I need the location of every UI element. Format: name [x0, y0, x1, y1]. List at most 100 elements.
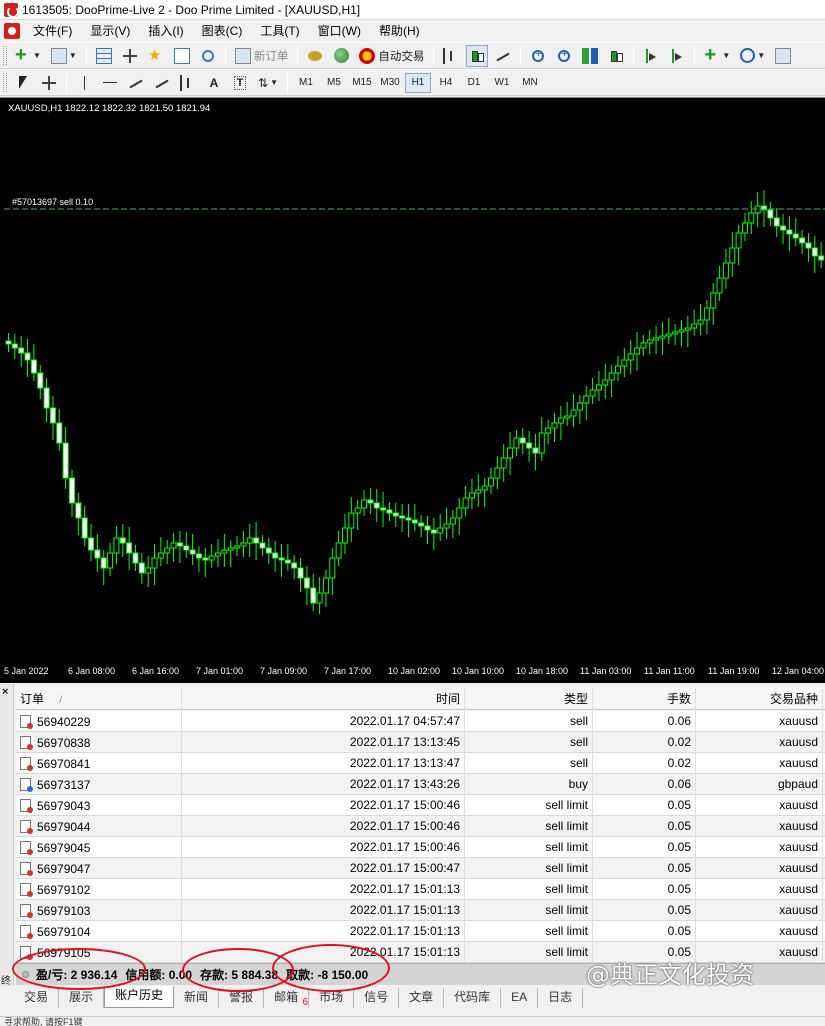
tab-mailbox[interactable]: 邮箱 6 — [264, 988, 310, 1008]
cell-type: buy — [465, 774, 593, 795]
zoom-out-button[interactable] — [553, 45, 575, 67]
toolbar-grip[interactable] — [3, 46, 7, 65]
chart-shift-button[interactable] — [666, 45, 688, 67]
text-button[interactable]: A — [203, 72, 225, 94]
arrows-button[interactable]: ⇅ ▼ — [255, 72, 281, 94]
close-icon[interactable]: × — [2, 686, 8, 698]
signals-button[interactable] — [330, 45, 352, 67]
timeframe-m15[interactable]: M15 — [349, 73, 375, 93]
crosshair-button[interactable] — [38, 72, 60, 94]
table-row[interactable]: 56979047 2022.01.17 15:00:47 sell limit 0.0… — [16, 858, 825, 879]
menu-window[interactable]: 窗口(W) — [309, 20, 370, 42]
navigator-button[interactable] — [145, 45, 167, 67]
indicators-button[interactable]: ▼ — [701, 44, 733, 67]
data-window-button[interactable] — [119, 45, 141, 67]
tab-account-history[interactable]: 账户历史 — [104, 986, 175, 1008]
timeframe-w1[interactable]: W1 — [489, 73, 515, 93]
order-number: 56979045 — [37, 840, 91, 855]
menu-view[interactable]: 显示(V) — [81, 20, 139, 42]
column-time[interactable]: 时间 — [182, 688, 465, 710]
text-label-button[interactable]: T — [229, 72, 251, 94]
tab-exposure[interactable]: 展示 — [59, 988, 105, 1008]
table-row[interactable]: 56979104 2022.01.17 15:01:13 sell limit 0.0… — [16, 921, 825, 942]
candle-body — [227, 547, 234, 551]
zoom-in-button[interactable] — [527, 45, 549, 67]
horizontal-line-button[interactable] — [99, 72, 121, 94]
fibonacci-button[interactable] — [177, 72, 199, 94]
new-chart-button[interactable]: ▼ — [12, 44, 44, 67]
candle-body — [595, 384, 602, 391]
profiles-button[interactable]: ▼ — [48, 45, 80, 67]
metaeditor-button[interactable] — [304, 45, 326, 67]
timeframe-mn[interactable]: MN — [517, 73, 543, 93]
tab-signals[interactable]: 信号 — [354, 988, 400, 1008]
timeframe-d1[interactable]: D1 — [461, 73, 487, 93]
table-row[interactable]: 56973137 2022.01.17 13:43:26 buy 0.06 gbpaud — [16, 774, 825, 795]
table-row[interactable]: 56970838 2022.01.17 13:13:45 sell 0.02 xauus… — [16, 732, 825, 753]
tab-journal[interactable]: 日志 — [538, 988, 584, 1008]
autoscroll-button[interactable] — [640, 45, 662, 67]
menu-tools[interactable]: 工具(T) — [251, 20, 308, 42]
timeframe-m30[interactable]: M30 — [377, 73, 403, 93]
table-row[interactable]: 56979102 2022.01.17 15:01:13 sell limit 0.0… — [16, 879, 825, 900]
timeframe-m1[interactable]: M1 — [293, 73, 319, 93]
column-symbol[interactable]: 交易品种 — [696, 688, 823, 710]
bar-chart-button[interactable] — [440, 45, 462, 67]
cell-order: 56940229 — [16, 711, 182, 732]
market-watch-button[interactable] — [93, 45, 115, 67]
column-type[interactable]: 类型 — [465, 688, 593, 710]
candle-body — [526, 442, 533, 449]
table-row[interactable]: 56970841 2022.01.17 13:13:47 sell 0.02 xauus… — [16, 753, 825, 774]
periods-button[interactable]: ▼ — [737, 45, 768, 67]
timeframe-h1[interactable]: H1 — [404, 72, 431, 93]
menu-insert[interactable]: 插入(I) — [139, 20, 192, 42]
templates-button[interactable] — [772, 45, 794, 67]
candle-body — [164, 547, 171, 554]
column-lots[interactable]: 手数 — [593, 688, 696, 710]
timeframe-h4[interactable]: H4 — [433, 73, 459, 93]
tester-button[interactable] — [197, 45, 219, 67]
chart-window-icon[interactable] — [4, 23, 20, 39]
cursor-button[interactable] — [12, 72, 34, 94]
menu-help[interactable]: 帮助(H) — [370, 20, 429, 42]
tab-experts[interactable]: EA — [501, 988, 539, 1008]
cell-type: sell limit — [465, 921, 593, 942]
terminal-button[interactable] — [171, 45, 193, 67]
table-row[interactable]: 56979045 2022.01.17 15:00:46 sell limit 0.0… — [16, 837, 825, 858]
column-order[interactable]: 订单 / — [16, 688, 182, 710]
candle-body — [811, 247, 818, 257]
candle-body — [621, 359, 628, 367]
candle-view-button[interactable] — [605, 45, 627, 67]
tab-news[interactable]: 新闻 — [174, 988, 220, 1008]
cell-symbol: gbpaud — [696, 774, 823, 795]
candle-body — [68, 477, 75, 504]
new-order-button[interactable]: 新订单 — [232, 45, 292, 67]
candle-body — [367, 499, 374, 504]
candle-body — [557, 417, 564, 424]
tab-articles[interactable]: 文章 — [399, 988, 445, 1008]
tile-windows-button[interactable] — [579, 45, 601, 67]
auto-trading-button[interactable]: 自动交易 — [356, 45, 427, 67]
timeframe-m5[interactable]: M5 — [321, 73, 347, 93]
table-row[interactable]: 56940229 2022.01.17 04:57:47 sell 0.06 xauus… — [16, 711, 825, 732]
table-row[interactable]: 56979103 2022.01.17 15:01:13 sell limit 0.0… — [16, 900, 825, 921]
price-chart[interactable]: XAUUSD,H1 1822.12 1822.32 1821.50 1821.9… — [0, 97, 825, 683]
cell-time: 2022.01.17 15:00:46 — [182, 795, 465, 816]
line-chart-button[interactable] — [492, 45, 514, 67]
vertical-line-button[interactable] — [73, 72, 95, 94]
cell-time: 2022.01.17 15:00:47 — [182, 858, 465, 879]
channel-button[interactable] — [151, 72, 173, 94]
candle-body — [107, 552, 114, 569]
x-tick-label: 7 Jan 09:00 — [260, 666, 308, 676]
cell-time: 2022.01.17 15:00:46 — [182, 816, 465, 837]
trendline-button[interactable] — [125, 72, 147, 94]
candle-body — [583, 395, 590, 404]
candlestick-button[interactable] — [466, 44, 489, 67]
tab-trade[interactable]: 交易 — [14, 988, 60, 1008]
table-row[interactable]: 56979044 2022.01.17 15:00:46 sell limit 0.0… — [16, 816, 825, 837]
tab-code-base[interactable]: 代码库 — [444, 988, 502, 1008]
menu-charts[interactable]: 图表(C) — [193, 20, 252, 42]
menu-file[interactable]: 文件(F) — [24, 20, 81, 42]
toolbar-grip[interactable] — [3, 73, 7, 92]
table-row[interactable]: 56979043 2022.01.17 15:00:46 sell limit 0.0… — [16, 795, 825, 816]
